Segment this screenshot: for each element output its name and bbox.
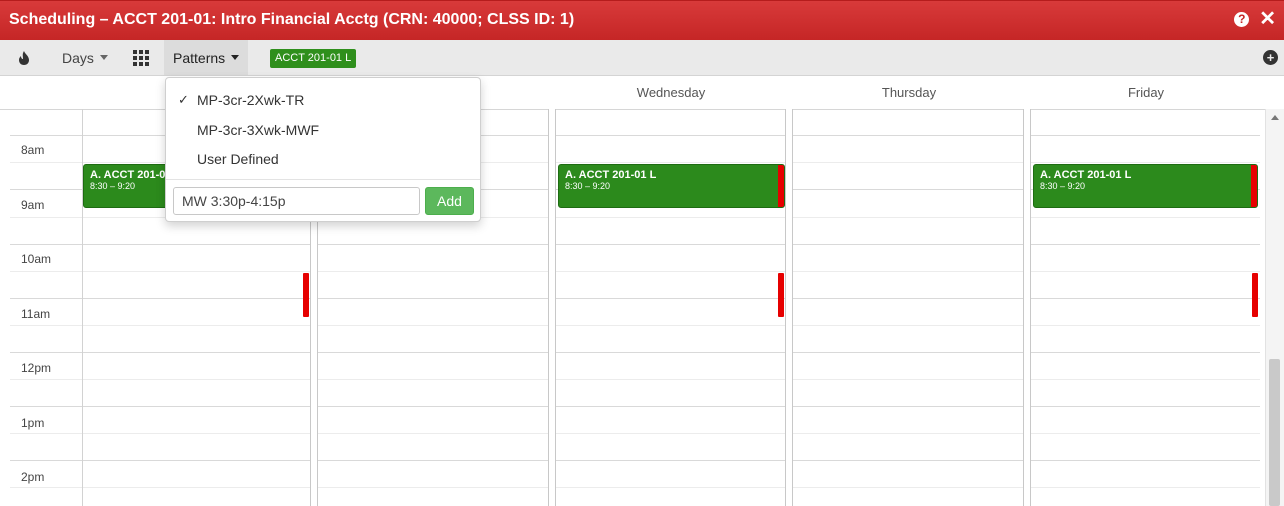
time-label-1pm: 1pm [21,416,45,430]
grid-line [10,298,1260,299]
conflict-marker [778,165,784,207]
pattern-option-user-defined[interactable]: User Defined [166,144,480,174]
grid-line [10,244,1260,245]
time-label-9am: 9am [21,198,45,212]
event-title: A. ACCT 201-01 L [565,169,657,181]
days-label: Days [62,49,94,66]
grid-line [10,406,1260,407]
pattern-option-mp-3cr-2xwk-tr[interactable]: ✓ MP-3cr-2Xwk-TR [166,85,480,115]
fire-icon[interactable] [18,40,30,75]
days-dropdown[interactable]: Days [62,40,108,75]
grid-line [10,352,1260,353]
chevron-down-icon [231,55,240,60]
conflict-marker [303,273,309,317]
conflict-marker [778,273,784,317]
scroll-up-arrow-icon[interactable] [1271,115,1279,120]
checkmark-icon: ✓ [178,92,189,107]
pattern-option-label: MP-3cr-3Xwk-MWF [197,122,320,138]
vertical-scrollbar[interactable] [1265,109,1284,506]
patterns-menu: ✓ MP-3cr-2Xwk-TR MP-3cr-3Xwk-MWF User De… [165,77,481,222]
menu-divider [166,179,480,180]
pattern-input[interactable] [173,187,420,215]
add-pattern-button[interactable]: Add [425,187,474,215]
grid-line [10,379,1260,380]
section-tag[interactable]: ACCT 201-01 L [270,49,357,68]
grid-line [10,325,1260,326]
time-label-12pm: 12pm [21,361,52,375]
column-divider [1023,109,1031,506]
conflict-marker [1252,273,1258,317]
pattern-option-label: User Defined [197,151,279,167]
column-divider [785,109,793,506]
toolbar: Days Patterns ACCT 201-01 L + [0,40,1284,76]
day-header-friday: Friday [1127,85,1165,100]
event-time: 8:30 – 9:20 [565,181,611,191]
add-icon[interactable]: + [1263,50,1278,65]
day-header-thursday: Thursday [881,85,937,100]
grid-icon[interactable] [133,40,149,75]
help-icon[interactable]: ? [1234,11,1250,27]
grid-line [10,460,1260,461]
scroll-thumb[interactable] [1269,359,1280,506]
event-time: 8:30 – 9:20 [1040,181,1086,191]
grid-line [10,271,1260,272]
patterns-dropdown[interactable]: Patterns [164,40,249,75]
close-icon[interactable]: ✕ [1259,9,1276,29]
window-titlebar: Scheduling – ACCT 201-01: Intro Financia… [0,0,1284,40]
window-title: Scheduling – ACCT 201-01: Intro Financia… [9,11,575,28]
day-header-wednesday: Wednesday [636,85,706,100]
event-friday[interactable]: A. ACCT 201-01 L 8:30 – 9:20 [1033,164,1258,208]
event-title: A. ACCT 201-01 L [1040,169,1132,181]
time-label-11am: 11am [21,307,51,321]
time-label-2pm: 2pm [21,470,45,484]
pattern-option-label: MP-3cr-2Xwk-TR [197,92,305,108]
conflict-marker [1251,165,1257,207]
patterns-label: Patterns [173,49,226,66]
time-label-8am: 8am [21,143,45,157]
time-label-10am: 10am [21,252,52,266]
chevron-down-icon [99,55,108,60]
pattern-option-mp-3cr-3xwk-mwf[interactable]: MP-3cr-3Xwk-MWF [166,115,480,145]
event-wednesday[interactable]: A. ACCT 201-01 L 8:30 – 9:20 [558,164,785,208]
grid-line [10,433,1260,434]
column-divider [548,109,556,506]
grid-line [10,487,1260,488]
